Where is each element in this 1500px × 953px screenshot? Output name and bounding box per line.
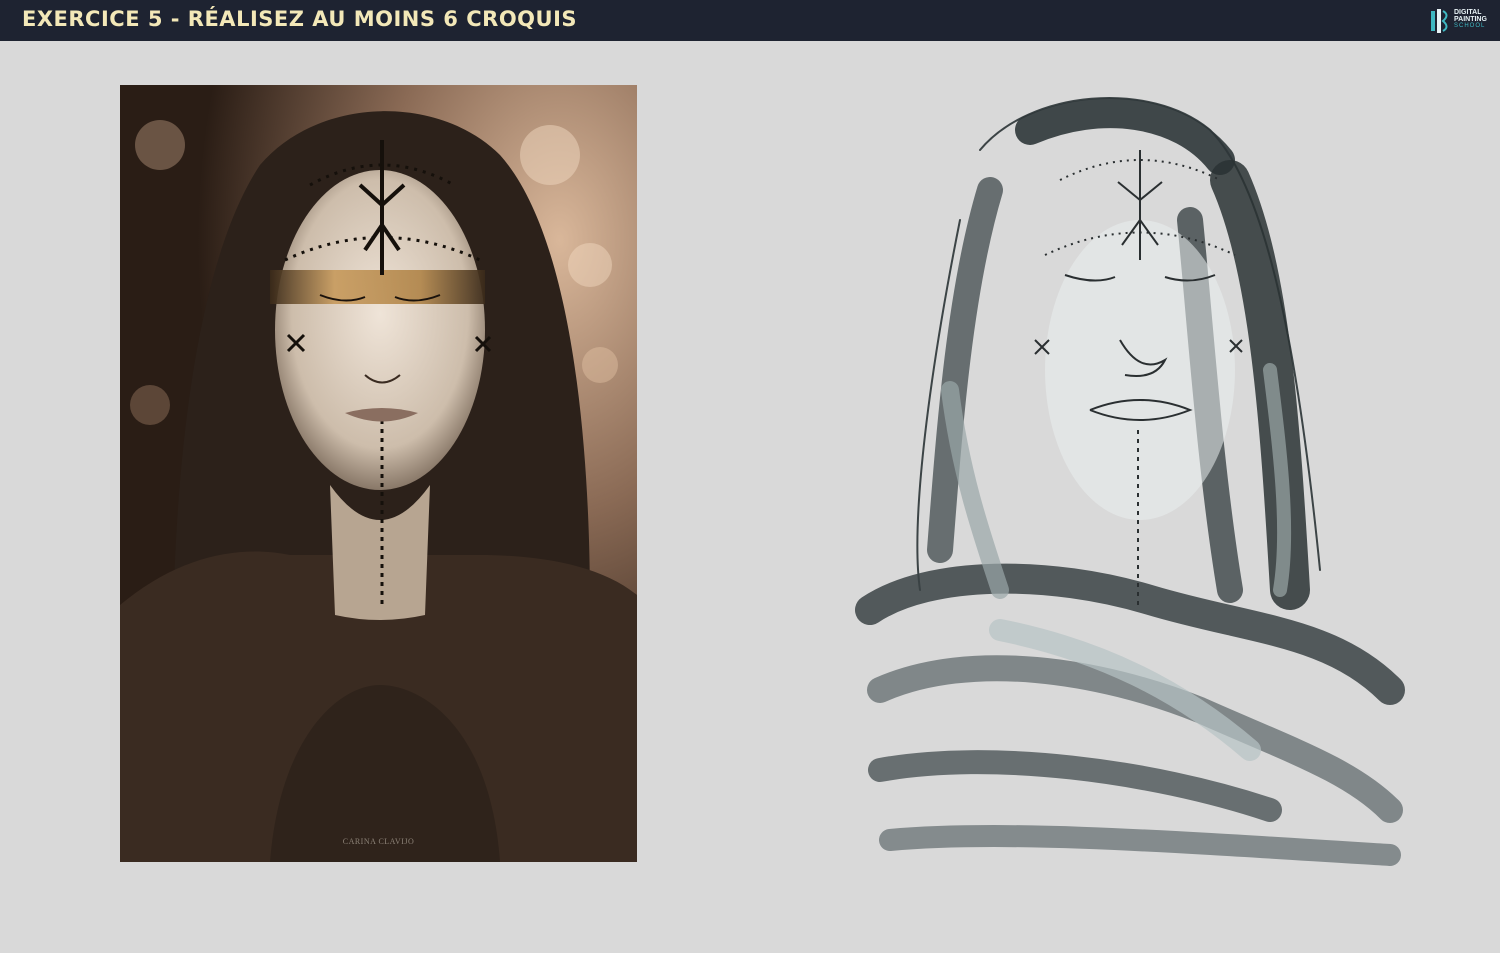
reference-photo-image <box>120 85 637 862</box>
school-logo: DIGITAL PAINTING SCHOOL <box>1430 7 1490 35</box>
photo-credit: CARINA CLAVIJO <box>342 837 415 846</box>
logo-text: DIGITAL PAINTING SCHOOL <box>1454 9 1487 30</box>
exercise-title: Exercice 5 - Réalisez au moins 6 croquis <box>22 7 578 31</box>
logo-line-3: SCHOOL <box>1454 23 1486 29</box>
header-bar: Exercice 5 - Réalisez au moins 6 croquis… <box>0 0 1500 41</box>
logo-line-2: PAINTING <box>1454 16 1487 23</box>
reference-photo: CARINA CLAVIJO <box>120 85 637 862</box>
sketch-drawing-image <box>855 97 1405 866</box>
sketch-drawing <box>850 70 1410 870</box>
brush-logo-icon <box>1431 9 1448 33</box>
logo-line-1: DIGITAL <box>1454 9 1482 16</box>
